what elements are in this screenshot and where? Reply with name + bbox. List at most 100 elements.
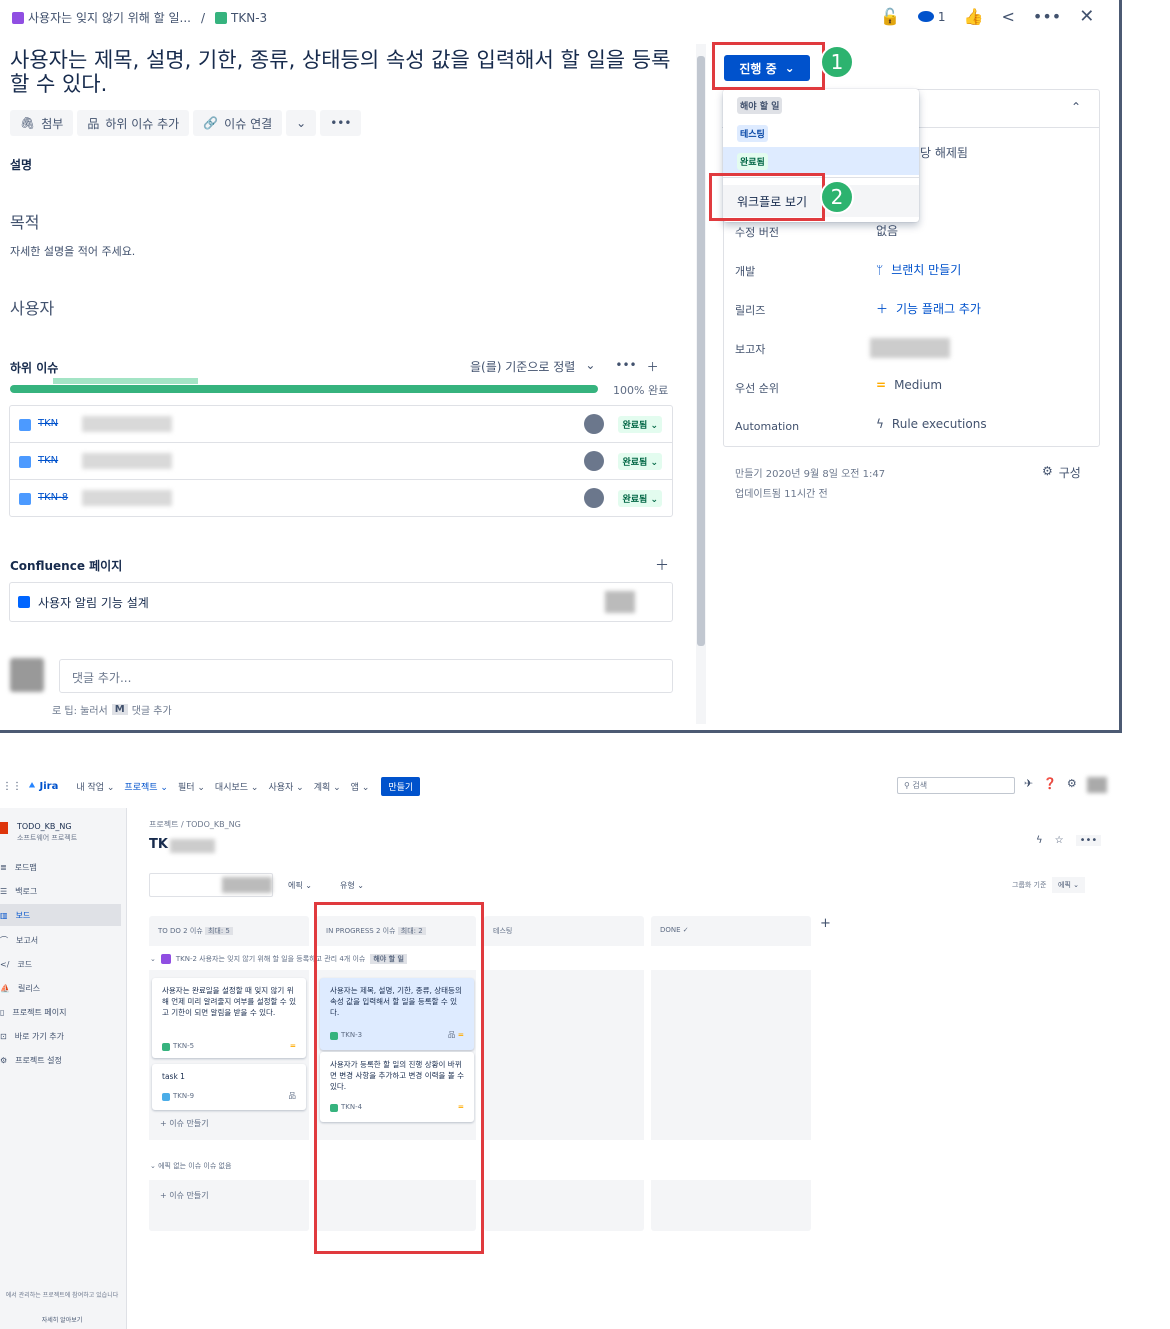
nav-my-work[interactable]: 내 작업 ⌄ xyxy=(76,780,114,793)
status-option-todo[interactable]: 해야 할 일 xyxy=(723,91,919,119)
roadmap-icon: ≣ xyxy=(0,863,7,872)
rule-executions-link[interactable]: ϟ Rule executions xyxy=(876,417,987,431)
create-branch-link[interactable]: ᛘ 브랜치 만들기 xyxy=(876,261,961,278)
updated-date: 업데이트됨 11시간 전 xyxy=(735,489,828,500)
create-button[interactable]: 만들기 xyxy=(381,776,421,796)
search-input[interactable]: ⚲ 검색 xyxy=(897,777,1015,794)
board-card-tkn-5[interactable]: 사용자는 완료일을 설정할 때 잊지 않기 위해 언제 미리 알려줄지 여부를 … xyxy=(152,978,306,1058)
purpose-heading: 목적 xyxy=(10,213,40,232)
highlight-box-1 xyxy=(712,42,825,90)
nav-projects[interactable]: 프로젝트 ⌄ xyxy=(124,780,168,793)
star-icon[interactable]: ☆ xyxy=(1055,835,1064,846)
jira-logo[interactable]: ⯅ Jira xyxy=(28,781,58,792)
table-row[interactable]: TKN 완료됨 ⌄ xyxy=(10,406,672,443)
create-issue-button[interactable]: + 이슈 만들기 xyxy=(160,1190,209,1201)
lightning-icon[interactable]: ϟ xyxy=(1036,835,1043,846)
like-icon[interactable]: 👍 xyxy=(964,7,984,26)
progress-bar xyxy=(10,385,598,393)
nav-apps[interactable]: 앱 ⌄ xyxy=(351,780,370,793)
nav-plans[interactable]: 계획 ⌄ xyxy=(314,780,341,793)
plus-icon: ＋ xyxy=(876,302,889,316)
lightning-icon: ϟ xyxy=(876,417,884,431)
field-label-release: 릴리즈 xyxy=(735,304,766,317)
add-child-button[interactable]: 品 하위 이슈 추가 xyxy=(77,110,190,136)
scroll-thumb[interactable] xyxy=(697,56,705,646)
sort-control[interactable]: 을(를) 기준으로 정렬 ⌄ ••• ＋ xyxy=(470,358,659,375)
notification-icon[interactable]: ✈ xyxy=(1024,777,1033,793)
more-icon[interactable]: ••• xyxy=(1033,7,1061,26)
breadcrumb-parent[interactable]: 사용자는 잊지 않기 위해 할 일... xyxy=(28,9,191,26)
backlog-icon: ☰ xyxy=(0,887,8,896)
more-icon: ••• xyxy=(330,116,352,130)
settings-icon[interactable]: ⚙ xyxy=(1067,777,1077,793)
field-label-reporter: 보고자 xyxy=(735,343,766,356)
board-breadcrumb[interactable]: 프로젝트 / TODO_KB_NG xyxy=(149,819,241,830)
document-icon xyxy=(18,596,30,608)
status-badge[interactable]: 완료됨 ⌄ xyxy=(618,490,662,507)
sidebar-item-code[interactable]: </코드 xyxy=(0,959,32,970)
confluence-page-row[interactable]: 사용자 알림 기능 설계 xyxy=(9,582,673,622)
learn-more-link[interactable]: 자세히 알아보기 xyxy=(0,1315,124,1324)
attach-button[interactable]: 🖇 첨부 xyxy=(10,110,74,136)
project-type: 소프트웨어 프로젝트 xyxy=(17,834,78,842)
close-icon[interactable]: ✕ xyxy=(1079,6,1094,27)
ship-icon: ⛵ xyxy=(0,984,10,993)
highlight-box-in-progress xyxy=(314,902,484,1254)
project-name[interactable]: TODO_KB_NG xyxy=(17,822,72,831)
no-epic-row[interactable]: ⌄ 에픽 없는 이슈 이슈 없음 xyxy=(150,1161,231,1171)
sidebar-item-board[interactable]: ▥ 보드 xyxy=(0,904,121,926)
lock-icon[interactable]: 🔓 xyxy=(880,7,900,26)
link-dropdown-button[interactable]: ⌄ xyxy=(286,110,317,136)
watch-icon[interactable]: 1 xyxy=(917,10,946,24)
priority-value[interactable]: = Medium xyxy=(876,378,942,392)
avatar[interactable] xyxy=(1086,777,1107,793)
more-icon[interactable]: ••• xyxy=(1075,835,1102,846)
add-feature-flag-link[interactable]: ＋ 기능 플래그 추가 xyxy=(876,300,981,317)
table-row[interactable]: TKN-8 완료됨 ⌄ xyxy=(10,480,672,517)
sidebar-item-reports[interactable]: ⌒ 보고서 xyxy=(0,935,38,946)
configure-button[interactable]: ⚙ 구성 xyxy=(1042,464,1081,481)
column-header-done: DONE ✓ xyxy=(660,926,689,934)
nav-filters[interactable]: 필터 ⌄ xyxy=(178,780,205,793)
sidebar-item-releases[interactable]: ⛵ 릴리스 xyxy=(0,983,40,994)
chevron-up-icon[interactable]: ⌃ xyxy=(1071,100,1081,114)
reporter-avatar[interactable] xyxy=(870,338,950,358)
breadcrumb-key[interactable]: TKN-3 xyxy=(231,11,267,25)
nav-dashboards[interactable]: 대시보드 ⌄ xyxy=(215,780,259,793)
subtask-icon xyxy=(19,419,31,431)
share-icon[interactable]: < xyxy=(1001,7,1014,26)
plus-icon[interactable]: ＋ xyxy=(655,555,669,575)
field-value-fix-version[interactable]: 없음 xyxy=(876,222,898,239)
help-icon[interactable]: ❓ xyxy=(1043,777,1057,793)
status-badge[interactable]: 완료됨 ⌄ xyxy=(618,416,662,433)
status-badge[interactable]: 완료됨 ⌄ xyxy=(618,453,662,470)
epic-icon xyxy=(12,11,24,24)
create-issue-button[interactable]: + 이슈 만들기 xyxy=(160,1118,209,1129)
table-row[interactable]: TKN 완료됨 ⌄ xyxy=(10,443,672,480)
epic-filter[interactable]: 에픽 ⌄ xyxy=(288,880,312,891)
app-switcher-icon[interactable]: ⋮⋮ xyxy=(2,781,22,792)
story-icon xyxy=(162,1042,170,1051)
type-filter[interactable]: 유형 ⌄ xyxy=(340,880,364,891)
hierarchy-icon: 品 xyxy=(87,116,100,131)
group-by-select[interactable]: 에픽 ⌄ xyxy=(1052,877,1085,893)
sidebar-item-project-pages[interactable]: ▯ 프로젝트 페이지 xyxy=(0,1007,66,1018)
paperclip-icon: 🖇 xyxy=(20,116,36,130)
nav-people[interactable]: 사용자 ⌄ xyxy=(268,780,303,793)
status-option-testing[interactable]: 테스팅 xyxy=(723,119,919,147)
status-option-done[interactable]: 완료됨 xyxy=(723,147,919,175)
add-column-button[interactable]: + xyxy=(820,916,831,931)
issue-title[interactable]: 사용자는 제목, 설명, 기한, 종류, 상태등의 속성 값을 입력해서 할 일… xyxy=(10,48,680,96)
progress-percent: 100% 완료 xyxy=(613,384,669,397)
priority-medium-icon: = xyxy=(876,378,887,392)
sidebar-item-backlog[interactable]: ☰ 백로그 xyxy=(0,886,37,897)
more-actions-button[interactable]: ••• xyxy=(320,110,362,136)
chart-icon: ⌒ xyxy=(0,936,8,945)
comment-input[interactable]: 댓글 추가... xyxy=(59,659,673,693)
sidebar-item-project-settings[interactable]: ⚙ 프로젝트 설정 xyxy=(0,1055,62,1066)
board-card-tkn-9[interactable]: task 1 TKN-9 品 xyxy=(152,1064,306,1110)
sidebar-item-roadmap[interactable]: ≣ 로드맵 xyxy=(0,862,37,873)
link-issue-button[interactable]: 🔗 이슈 연결 xyxy=(193,110,283,136)
highlight-box-2 xyxy=(709,173,825,221)
sidebar-item-add-shortcut[interactable]: ⊡ 바로 가기 추가 xyxy=(0,1031,64,1042)
